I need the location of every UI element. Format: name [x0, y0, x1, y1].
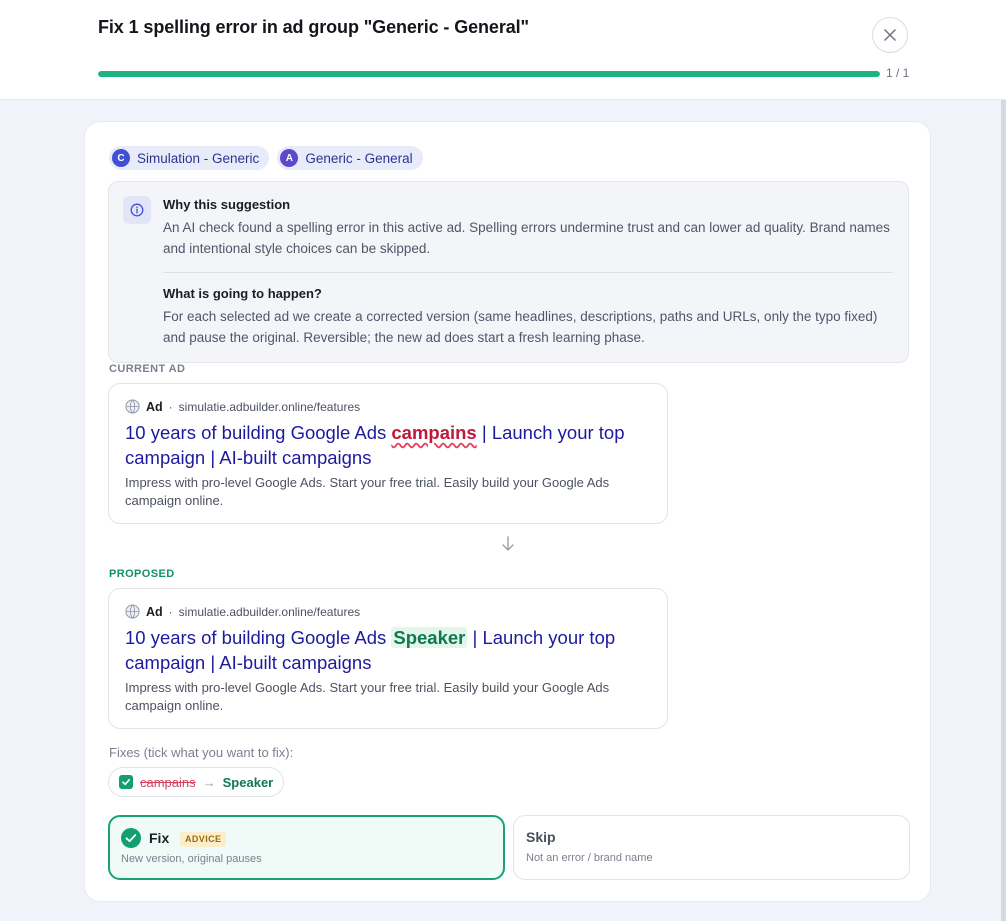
- ad-label: Ad: [146, 604, 163, 619]
- fixes-label: Fixes (tick what you want to fix):: [109, 745, 294, 760]
- fix-arrow: →: [202, 774, 216, 790]
- why-text: An AI check found a spelling error in th…: [163, 220, 890, 256]
- campaign-badge: C: [112, 149, 130, 167]
- check-circle-icon: [121, 828, 141, 853]
- campaign-chip-label: Simulation - Generic: [137, 150, 260, 166]
- fix-from: campains: [140, 774, 196, 790]
- ad-description: Impress with pro-level Google Ads. Start…: [125, 475, 610, 508]
- ad-description: Impress with pro-level Google Ads. Start…: [125, 680, 610, 713]
- ad-meta: Ad · simulatie.adbuilder.online/features: [125, 399, 360, 414]
- advice-badge: ADVICE: [180, 832, 227, 847]
- fix-option-subtitle: New version, original pauses: [121, 853, 262, 865]
- globe-icon: [125, 604, 140, 619]
- fix-checkbox[interactable]: [119, 775, 133, 789]
- current-ad-label: CURRENT AD: [109, 363, 186, 375]
- what-title: What is going to happen?: [163, 286, 322, 301]
- ad-meta: Ad · simulatie.adbuilder.online/features: [125, 604, 360, 619]
- fix-option-title: Fix: [149, 830, 170, 846]
- separator: ·: [168, 604, 173, 619]
- fix-item[interactable]: campains → Speaker: [108, 767, 285, 797]
- skip-option-button[interactable]: Skip Not an error / brand name: [513, 815, 910, 880]
- corrected-word: Speaker: [391, 627, 468, 648]
- scrollbar[interactable]: [1001, 100, 1006, 921]
- skip-option-subtitle: Not an error / brand name: [526, 852, 653, 864]
- close-icon: [884, 29, 896, 41]
- proposed-ad-label: PROPOSED: [109, 568, 175, 580]
- arrow-down-icon: [502, 536, 514, 551]
- close-button[interactable]: [872, 17, 908, 53]
- info-icon: [123, 196, 151, 224]
- current-ad-preview: Ad · simulatie.adbuilder.online/features…: [108, 383, 668, 524]
- divider: [163, 272, 893, 273]
- proposed-ad-preview: Ad · simulatie.adbuilder.online/features…: [108, 588, 668, 729]
- modal-header: Fix 1 spelling error in ad group "Generi…: [0, 0, 1006, 100]
- ad-url: simulatie.adbuilder.online/features: [178, 399, 361, 414]
- progress-bar: [98, 71, 880, 77]
- why-suggestion-panel: Why this suggestion An AI check found a …: [108, 181, 909, 363]
- ad-group-badge: A: [280, 149, 299, 167]
- misspelled-word: campains: [391, 422, 477, 443]
- ad-headline: 10 years of building Google Ads campains…: [125, 420, 655, 470]
- progress-fill: [98, 71, 880, 77]
- ad-headline: 10 years of building Google Ads Speaker …: [125, 625, 655, 675]
- separator: ·: [168, 399, 173, 414]
- why-title: Why this suggestion: [163, 197, 291, 212]
- fix-option-button[interactable]: Fix ADVICE New version, original pauses: [108, 815, 505, 880]
- page-title: Fix 1 spelling error in ad group "Generi…: [98, 17, 529, 37]
- ad-label: Ad: [146, 399, 163, 414]
- globe-icon: [125, 399, 140, 414]
- checkmark-icon: [122, 779, 130, 786]
- progress-count: 1 / 1: [886, 66, 910, 80]
- ad-url: simulatie.adbuilder.online/features: [178, 604, 361, 619]
- fix-to: Speaker: [222, 774, 274, 790]
- ad-group-chip-label: Generic - General: [305, 150, 413, 166]
- what-text: For each selected ad we create a correct…: [163, 309, 878, 345]
- headline-start: 10 years of building Google Ads: [125, 422, 392, 443]
- headline-start: 10 years of building Google Ads: [125, 627, 392, 648]
- context-chips: C Simulation - Generic A Generic - Gener…: [109, 146, 423, 170]
- skip-option-title: Skip: [526, 829, 556, 845]
- campaign-chip: C Simulation - Generic: [109, 146, 270, 170]
- ad-group-chip: A Generic - General: [277, 146, 423, 170]
- suggestion-card: C Simulation - Generic A Generic - Gener…: [84, 121, 931, 902]
